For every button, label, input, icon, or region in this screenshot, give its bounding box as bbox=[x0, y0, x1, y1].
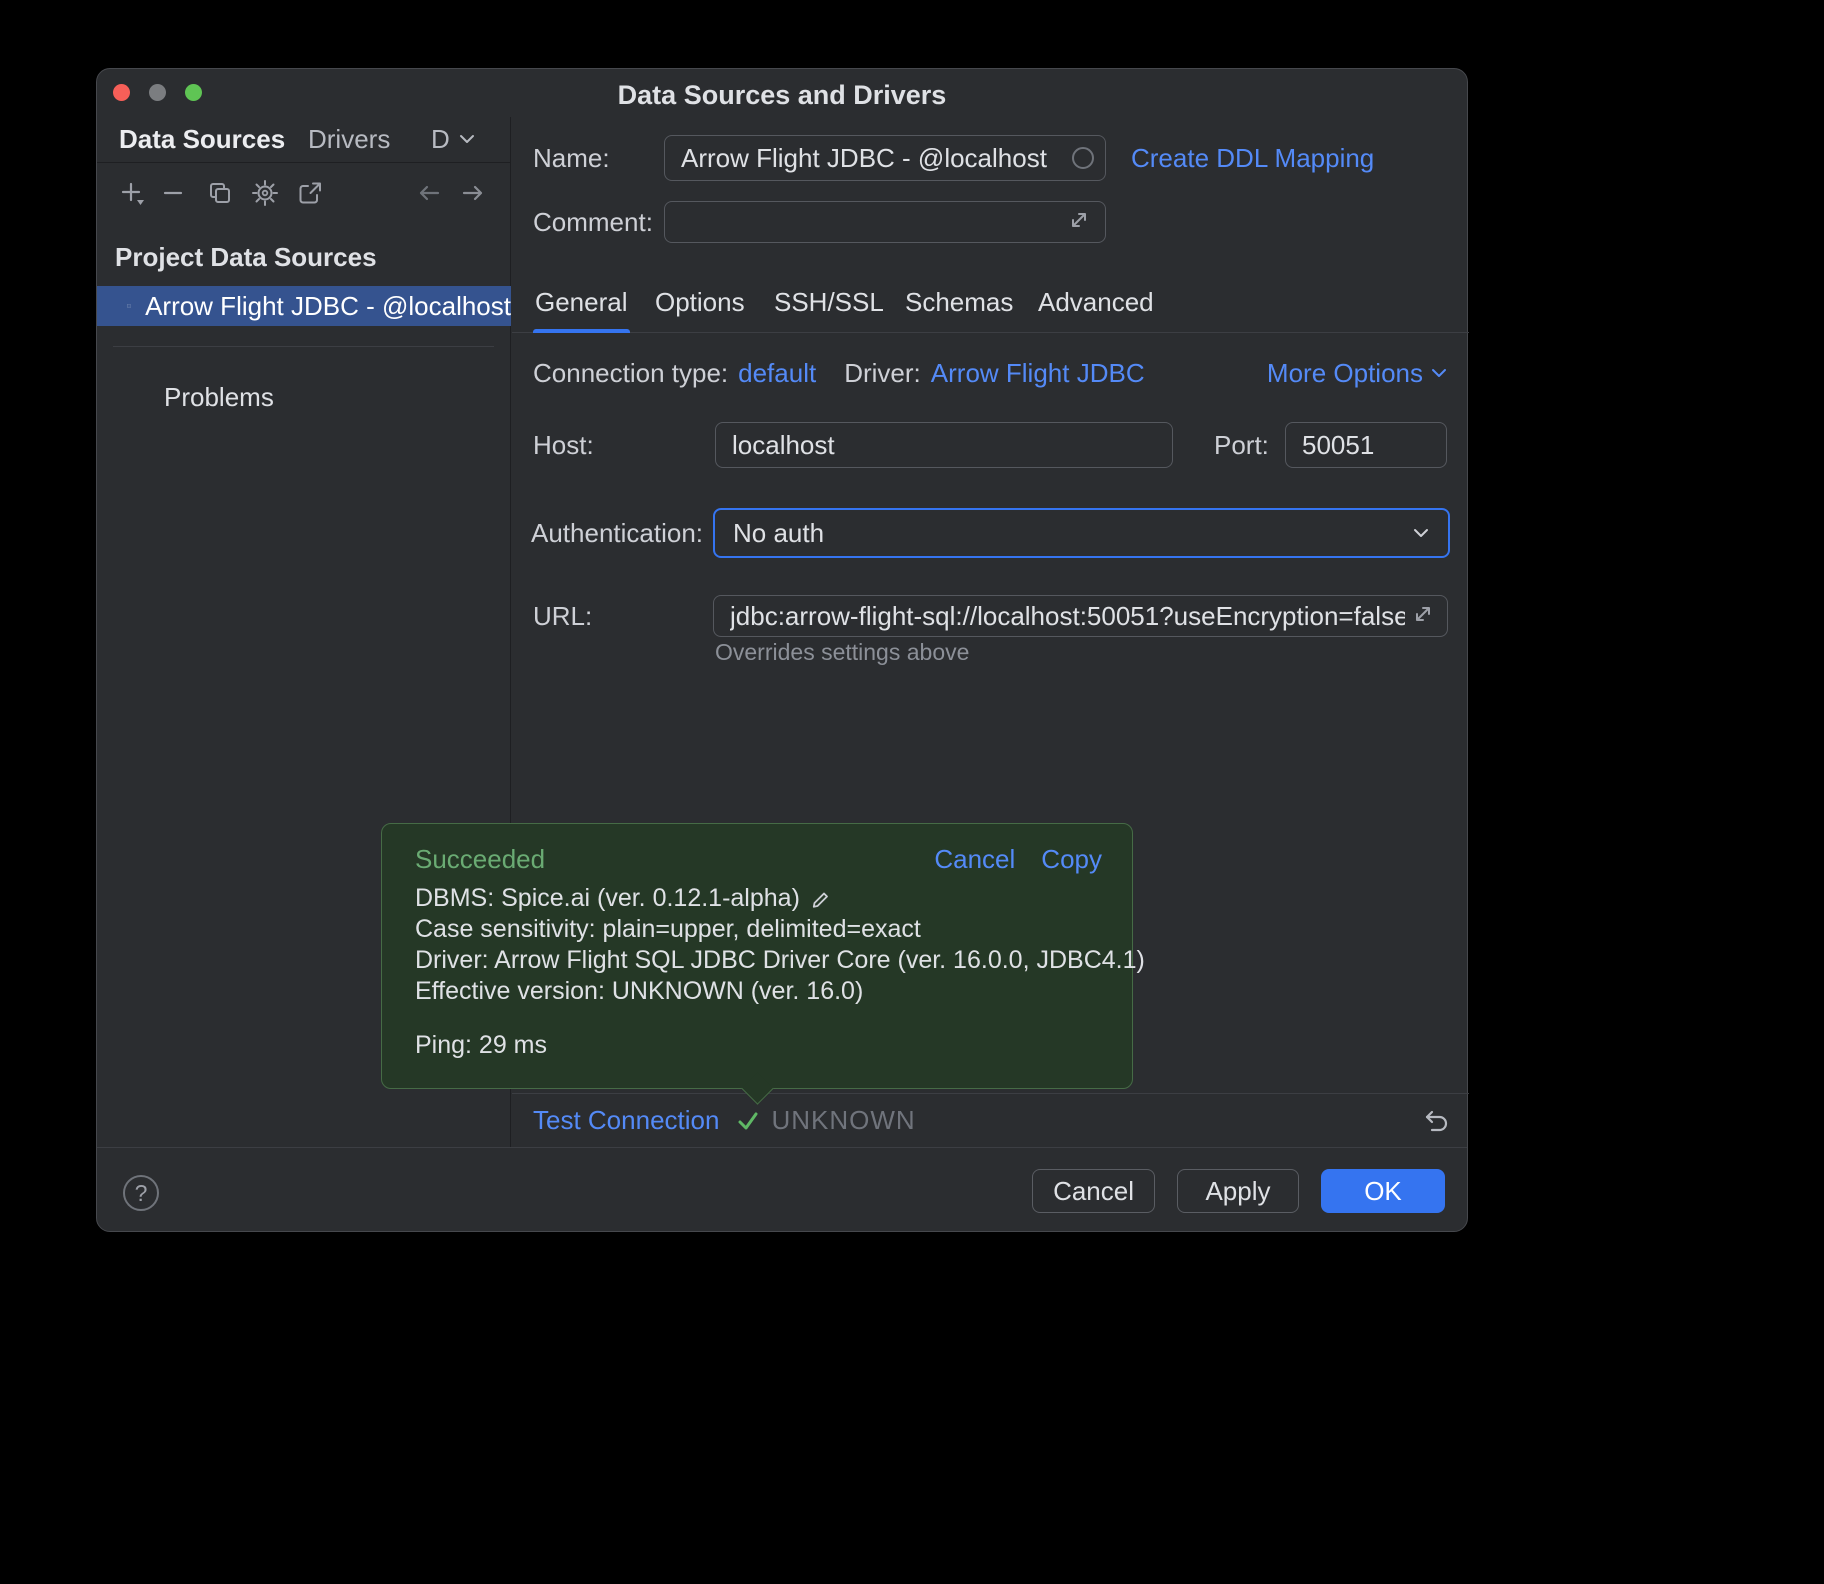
name-input[interactable] bbox=[664, 135, 1106, 181]
host-input[interactable] bbox=[715, 422, 1173, 468]
popup-driver-line: Driver: Arrow Flight SQL JDBC Driver Cor… bbox=[415, 945, 1145, 976]
tab-schemas[interactable]: Schemas bbox=[905, 273, 1013, 333]
more-options-button[interactable]: More Options bbox=[1267, 358, 1447, 389]
popup-status-title: Succeeded bbox=[415, 844, 545, 875]
back-arrow-icon[interactable] bbox=[415, 179, 443, 207]
expand-comment-icon[interactable] bbox=[1068, 209, 1090, 231]
sidebar-item-problems[interactable]: Problems bbox=[164, 382, 274, 413]
popup-header: Succeeded Cancel Copy bbox=[415, 844, 1102, 875]
chevron-down-icon bbox=[1412, 526, 1430, 540]
sidebar-divider bbox=[113, 346, 494, 347]
sidebar-item-arrow-flight-jdbc[interactable]: Arrow Flight JDBC - @localhost bbox=[97, 286, 511, 326]
comment-input[interactable] bbox=[664, 201, 1106, 243]
url-hint: Overrides settings above bbox=[715, 639, 969, 666]
popup-copy-link[interactable]: Copy bbox=[1041, 844, 1102, 875]
forward-arrow-icon[interactable] bbox=[459, 179, 487, 207]
comment-label: Comment: bbox=[533, 207, 653, 237]
popup-ping-line: Ping: 29 ms bbox=[415, 1031, 1102, 1060]
zoom-window-button[interactable] bbox=[185, 84, 202, 101]
gear-icon[interactable] bbox=[251, 179, 279, 207]
authentication-value: No auth bbox=[733, 518, 824, 549]
test-connection-row: Test Connection UNKNOWN bbox=[512, 1093, 1469, 1147]
project-data-sources-header: Project Data Sources bbox=[115, 242, 377, 273]
open-in-window-icon[interactable] bbox=[296, 179, 324, 207]
test-status-text: UNKNOWN bbox=[771, 1105, 915, 1136]
tab-general[interactable]: General bbox=[535, 273, 628, 333]
remove-icon[interactable] bbox=[159, 179, 187, 207]
window-controls bbox=[113, 84, 202, 101]
name-label: Name: bbox=[533, 143, 610, 173]
driver-value-link[interactable]: Arrow Flight JDBC bbox=[931, 358, 1145, 389]
host-label: Host: bbox=[533, 430, 594, 460]
add-data-source-icon[interactable] bbox=[118, 179, 146, 207]
duplicate-icon[interactable] bbox=[206, 179, 234, 207]
titlebar: Data Sources and Drivers bbox=[97, 69, 1467, 117]
driver-label: Driver: bbox=[844, 358, 921, 389]
tab-ssh-ssl[interactable]: SSH/SSL bbox=[774, 273, 884, 333]
url-label: URL: bbox=[533, 601, 592, 631]
data-source-label: Arrow Flight JDBC - @localhost bbox=[145, 291, 511, 322]
cancel-button[interactable]: Cancel bbox=[1032, 1169, 1155, 1213]
help-button[interactable]: ? bbox=[123, 1175, 159, 1211]
authentication-label: Authentication: bbox=[531, 518, 703, 548]
sidebar-toolbar bbox=[97, 163, 510, 219]
success-check-icon bbox=[735, 1108, 761, 1134]
url-input[interactable] bbox=[713, 595, 1448, 637]
help-question-icon: ? bbox=[135, 1180, 148, 1207]
tab-advanced[interactable]: Advanced bbox=[1038, 273, 1154, 333]
settings-tabs: General Options SSH/SSL Schemas Advanced bbox=[512, 273, 1469, 333]
data-source-icon bbox=[127, 294, 131, 318]
popup-version-line: Effective version: UNKNOWN (ver. 16.0) bbox=[415, 976, 863, 1007]
tab-options[interactable]: Options bbox=[655, 273, 745, 333]
sidebar-tabs: Data Sources Drivers D bbox=[97, 117, 510, 163]
tab-data-sources[interactable]: Data Sources bbox=[119, 117, 285, 161]
dialog-footer: ? Cancel Apply OK bbox=[97, 1147, 1467, 1232]
connection-type-label: Connection type: bbox=[533, 358, 728, 389]
close-window-button[interactable] bbox=[113, 84, 130, 101]
chevron-down-icon bbox=[1431, 366, 1447, 380]
tab-overflow[interactable]: D bbox=[431, 117, 475, 161]
popup-dbms-line: DBMS: Spice.ai (ver. 0.12.1-alpha) bbox=[415, 883, 800, 914]
tab-drivers[interactable]: Drivers bbox=[308, 117, 390, 161]
expand-url-icon[interactable] bbox=[1412, 603, 1434, 625]
apply-button[interactable]: Apply bbox=[1177, 1169, 1299, 1213]
name-status-ring-icon bbox=[1072, 147, 1094, 169]
port-input[interactable] bbox=[1285, 422, 1447, 468]
chevron-down-icon bbox=[459, 132, 475, 146]
authentication-select[interactable]: No auth bbox=[713, 508, 1450, 558]
window-title: Data Sources and Drivers bbox=[97, 69, 1467, 121]
popup-cancel-link[interactable]: Cancel bbox=[934, 844, 1015, 875]
popup-case-line: Case sensitivity: plain=upper, delimited… bbox=[415, 914, 921, 945]
connection-type-value[interactable]: default bbox=[738, 358, 816, 389]
port-label: Port: bbox=[1214, 430, 1269, 460]
test-connection-link[interactable]: Test Connection bbox=[533, 1105, 719, 1136]
edit-pencil-icon[interactable] bbox=[810, 888, 832, 910]
connection-type-row: Connection type: default Driver: Arrow F… bbox=[533, 357, 1447, 389]
more-options-label: More Options bbox=[1267, 358, 1423, 389]
tab-overflow-label: D bbox=[431, 117, 450, 161]
popup-details: DBMS: Spice.ai (ver. 0.12.1-alpha) Case … bbox=[415, 883, 1102, 1007]
test-connection-popup: Succeeded Cancel Copy DBMS: Spice.ai (ve… bbox=[381, 823, 1133, 1089]
create-ddl-mapping-link[interactable]: Create DDL Mapping bbox=[1131, 143, 1374, 174]
revert-icon[interactable] bbox=[1421, 1107, 1449, 1135]
ok-button[interactable]: OK bbox=[1321, 1169, 1445, 1213]
data-sources-dialog: Data Sources and Drivers Data Sources Dr… bbox=[96, 68, 1468, 1232]
minimize-window-button[interactable] bbox=[149, 84, 166, 101]
footer-buttons: Cancel Apply OK bbox=[1032, 1169, 1445, 1213]
